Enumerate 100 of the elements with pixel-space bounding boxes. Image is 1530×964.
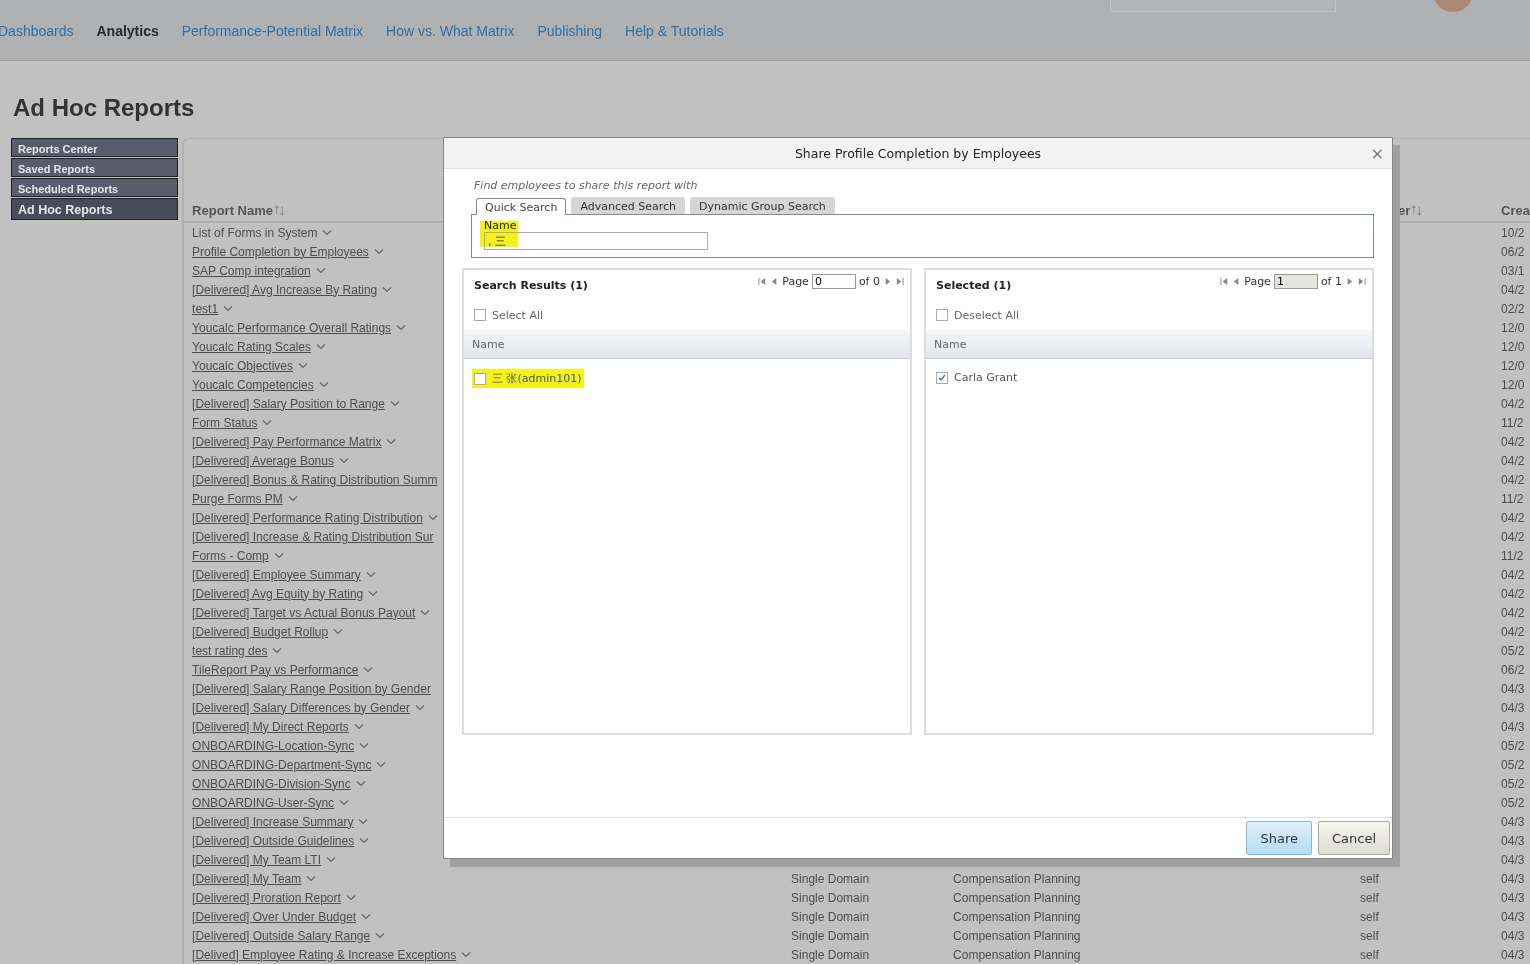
sidebar-item[interactable]: Ad Hoc Reports	[11, 198, 179, 220]
report-link[interactable]: [Delivered] Outside Guidelines	[192, 833, 355, 848]
next-page-icon[interactable]	[883, 277, 892, 286]
next-page-icon[interactable]	[1345, 277, 1354, 286]
chevron-icon[interactable]	[322, 229, 333, 236]
chevron-icon[interactable]	[359, 837, 370, 844]
report-link[interactable]: Purge Forms PM	[192, 491, 283, 506]
chevron-icon[interactable]	[273, 552, 284, 559]
report-link[interactable]: Form Status	[192, 415, 258, 430]
report-link[interactable]: [Delivered] My Team	[192, 871, 302, 886]
report-link[interactable]: Profile Completion by Employees	[192, 244, 369, 259]
chevron-icon[interactable]	[315, 267, 326, 274]
report-link[interactable]: test rating des	[192, 643, 268, 658]
select-all-label[interactable]: Select All	[492, 308, 544, 322]
report-link[interactable]: ONBOARDING-Location-Sync	[192, 738, 355, 753]
report-link[interactable]: Youcalc Rating Scales	[192, 339, 312, 354]
chevron-icon[interactable]	[363, 666, 374, 673]
report-link[interactable]: [Delivered] Avg Equity by Rating	[192, 586, 364, 601]
name-field[interactable]: , 三	[484, 232, 708, 250]
report-link[interactable]: [Delived] Employee Rating & Increase Exceptions	[192, 947, 457, 962]
sort-icon[interactable]	[1411, 205, 1423, 216]
report-link[interactable]: [Delivered] Bonus & Rating Distribution Summ	[192, 472, 438, 487]
nav-link[interactable]: Dashboards	[0, 23, 74, 39]
nav-link[interactable]: Publishing	[537, 23, 602, 39]
chevron-icon[interactable]	[345, 894, 356, 901]
nav-link[interactable]: Performance-Potential Matrix	[181, 23, 364, 39]
chevron-icon[interactable]	[338, 457, 349, 464]
nav-link[interactable]: Analytics	[96, 23, 159, 39]
report-link[interactable]: ONBOARDING-User-Sync	[192, 795, 335, 810]
report-link[interactable]: [Delivered] Employee Summary	[192, 567, 361, 582]
chevron-icon[interactable]	[368, 590, 379, 597]
tab[interactable]: Dynamic Group Search	[690, 197, 835, 214]
chevron-icon[interactable]	[382, 286, 393, 293]
sidebar-item[interactable]: Saved Reports	[11, 158, 179, 177]
chevron-icon[interactable]	[298, 362, 309, 369]
report-link[interactable]: Forms - Comp	[192, 548, 269, 563]
checkbox[interactable]	[474, 372, 486, 385]
chevron-icon[interactable]	[223, 305, 234, 312]
chevron-icon[interactable]	[339, 799, 350, 806]
chevron-icon[interactable]	[396, 324, 407, 331]
chevron-icon[interactable]	[376, 761, 387, 768]
report-link[interactable]: [Delivered] Avg Increase By Rating	[192, 282, 378, 297]
page-field[interactable]: 0	[811, 274, 856, 289]
chevron-icon[interactable]	[318, 381, 329, 388]
last-page-icon[interactable]	[895, 277, 904, 286]
employee-name[interactable]: 三 张(admin101)	[492, 371, 582, 386]
checkbox[interactable]	[474, 309, 486, 321]
chevron-icon[interactable]	[389, 400, 400, 407]
report-link[interactable]: [Delivered] Increase & Rating Distribution Sur	[192, 529, 434, 544]
chevron-icon[interactable]	[306, 875, 317, 882]
sidebar-item[interactable]: Reports Center	[11, 138, 179, 157]
report-link[interactable]: Youcalc Objectives	[192, 358, 294, 373]
report-link[interactable]: [Delivered] Outside Salary Range	[192, 928, 371, 943]
column-header[interactable]: Report Name	[192, 203, 273, 218]
chevron-icon[interactable]	[359, 742, 370, 749]
sidebar-item[interactable]: Scheduled Reports	[11, 178, 179, 197]
report-link[interactable]: [Delivered] Proration Report	[192, 890, 341, 905]
chevron-icon[interactable]	[287, 495, 298, 502]
chevron-icon[interactable]	[365, 571, 376, 578]
report-link[interactable]: [Delivered] Target vs Actual Bonus Payout	[192, 605, 416, 620]
column-header[interactable]: Crea	[1501, 203, 1530, 218]
chevron-icon[interactable]	[427, 514, 438, 521]
cancel-button[interactable]: Cancel	[1317, 821, 1390, 855]
report-link[interactable]: TileReport Pay vs Performance	[192, 662, 359, 677]
chevron-icon[interactable]	[358, 818, 369, 825]
report-link[interactable]: [Delivered] My Direct Reports	[192, 719, 349, 734]
report-link[interactable]: [Delivered] Performance Rating Distribution	[192, 510, 423, 525]
first-page-icon[interactable]	[1220, 277, 1230, 286]
chevron-icon[interactable]	[326, 856, 336, 863]
report-link[interactable]: Youcalc Competencies	[192, 377, 314, 392]
chevron-icon[interactable]	[353, 723, 364, 730]
chevron-icon[interactable]	[373, 248, 384, 255]
share-button[interactable]: Share	[1246, 821, 1312, 855]
report-link[interactable]: test1	[192, 301, 219, 316]
chevron-icon[interactable]	[386, 438, 397, 445]
chevron-icon[interactable]	[272, 647, 283, 654]
report-link[interactable]: [Delivered] Pay Performance Matrix	[192, 434, 382, 449]
last-page-icon[interactable]	[1357, 277, 1366, 286]
chevron-icon[interactable]	[361, 913, 372, 920]
chevron-icon[interactable]	[375, 932, 386, 939]
report-link[interactable]: [Delivered] Budget Rollup	[192, 624, 329, 639]
report-link[interactable]: Youcalc Performance Overall Ratings	[192, 320, 392, 335]
report-link[interactable]: [Delivered] Over Under Budget	[192, 909, 357, 924]
nav-link[interactable]: Help & Tutorials	[625, 23, 724, 39]
report-link[interactable]: [Delivered] Increase Summary	[192, 814, 354, 829]
report-link[interactable]: ONBOARDING-Department-Sync	[192, 757, 372, 772]
report-link[interactable]: [Delivered] My Team LTI	[192, 852, 321, 867]
tab[interactable]: Advanced Search	[571, 197, 686, 214]
report-link[interactable]: [Delivered] Salary Position to Range	[192, 396, 385, 411]
chevron-icon[interactable]	[461, 951, 472, 958]
nav-link[interactable]: How vs. What Matrix	[386, 23, 515, 39]
tab[interactable]: Quick Search	[476, 198, 567, 215]
sort-icon[interactable]	[274, 205, 285, 216]
report-link[interactable]: ONBOARDING-Division-Sync	[192, 776, 351, 791]
report-link[interactable]: [Delivered] Salary Range Position by Gender	[192, 681, 431, 696]
chevron-icon[interactable]	[420, 609, 431, 616]
report-link[interactable]: SAP Comp integration	[192, 263, 311, 278]
chevron-icon[interactable]	[355, 780, 366, 787]
chevron-icon[interactable]	[262, 419, 273, 426]
report-link[interactable]: [Delivered] Average Bonus	[192, 453, 334, 468]
